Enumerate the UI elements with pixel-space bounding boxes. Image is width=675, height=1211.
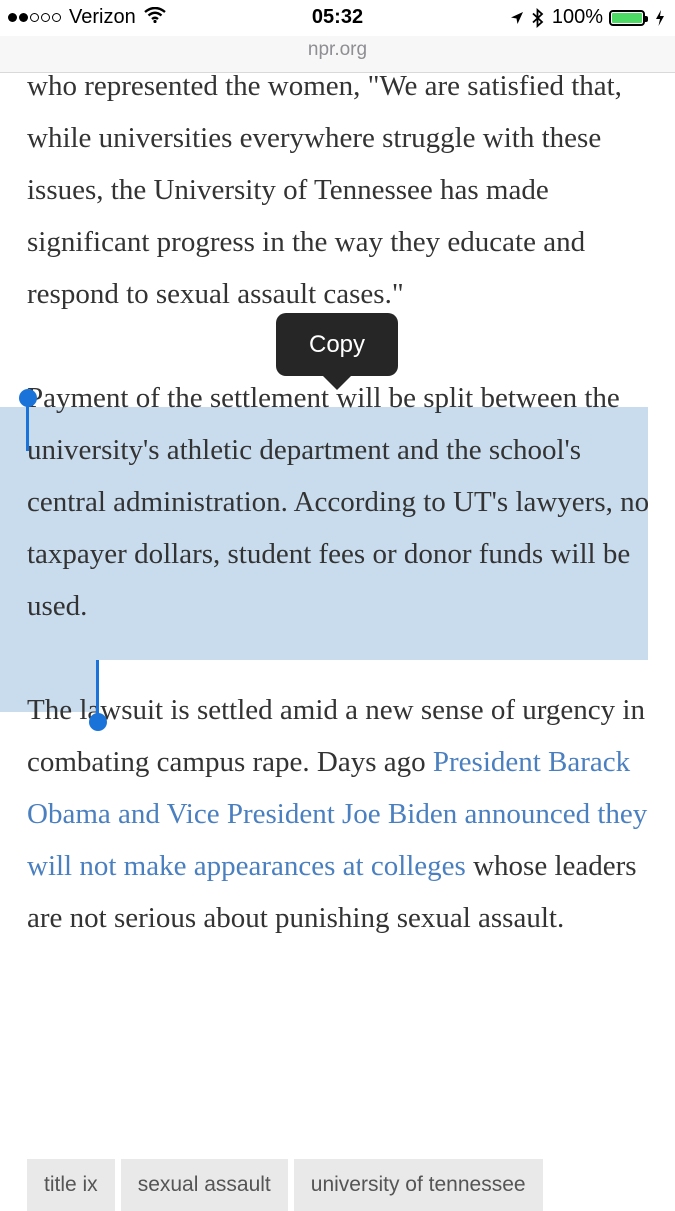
battery-percent: 100% (551, 6, 603, 28)
battery-icon (609, 9, 648, 26)
tag-link[interactable]: university of tennessee (293, 1159, 543, 1211)
status-right: 100% (502, 6, 665, 29)
article-paragraph: The lawsuit is settled amid a new sense … (27, 684, 652, 944)
selection-end-caret (96, 660, 99, 720)
selection-start-caret (26, 399, 29, 451)
copy-label: Copy (308, 330, 366, 358)
article-paragraph: who represented the women, "We are satis… (27, 70, 622, 310)
article-body: who represented the women, "We are satis… (27, 60, 652, 944)
tag-link[interactable]: sexual assault (120, 1159, 288, 1211)
status-bar: Verizon 05:32 100% (0, 0, 675, 36)
location-arrow-icon (510, 11, 524, 25)
tag-link[interactable]: title ix (27, 1159, 115, 1211)
charging-bolt-icon (655, 9, 665, 26)
url-text: npr.org (307, 39, 368, 60)
selection-end-handle[interactable] (89, 713, 107, 731)
bluetooth-icon (532, 7, 544, 28)
copy-button[interactable]: Copy (276, 313, 398, 390)
tag-list: title ix sexual assault university of te… (27, 1159, 549, 1211)
url-bar[interactable]: npr.org (0, 36, 675, 73)
selected-paragraph[interactable]: Payment of the settlement will be split … (27, 372, 652, 632)
